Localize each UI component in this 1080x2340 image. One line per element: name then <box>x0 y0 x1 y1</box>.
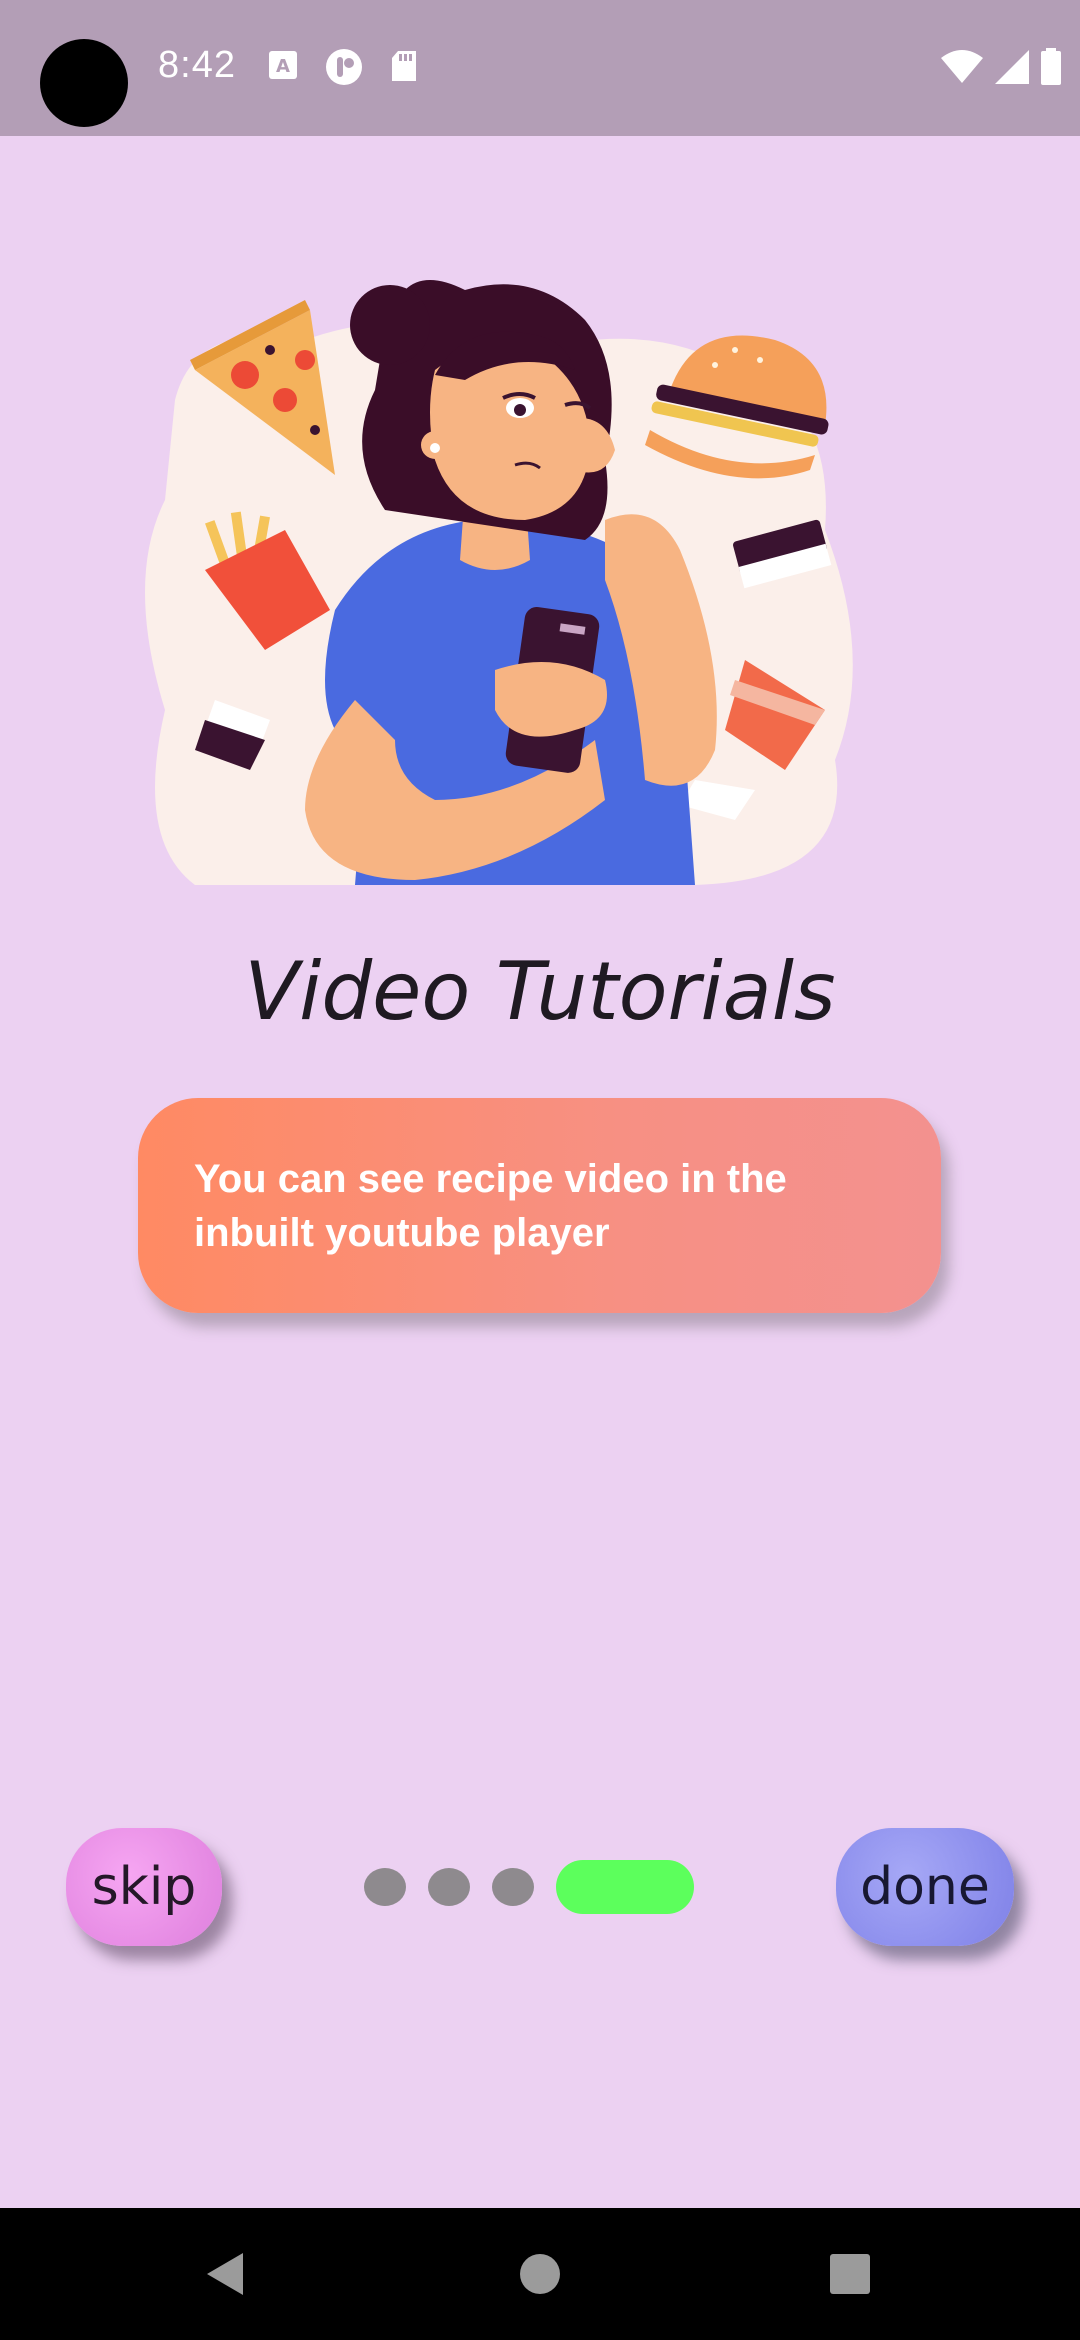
onboarding-illustration <box>135 280 905 900</box>
home-icon[interactable] <box>495 2208 585 2340</box>
navigation-bar <box>0 2208 1080 2340</box>
battery-icon <box>1040 48 1062 91</box>
page-dot[interactable] <box>364 1868 406 1906</box>
description-text: You can see recipe video in the inbuilt … <box>194 1157 787 1255</box>
back-icon[interactable] <box>180 2208 270 2340</box>
recents-icon[interactable] <box>805 2208 895 2340</box>
sd-card-icon <box>390 50 418 87</box>
a-font-icon: A <box>268 50 298 85</box>
page-dot-active[interactable] <box>556 1860 694 1914</box>
podcast-icon <box>325 48 363 91</box>
signal-icon <box>994 49 1030 90</box>
page-title: Video Tutorials <box>244 945 836 1038</box>
page-indicator <box>364 1860 694 1914</box>
page-dot[interactable] <box>492 1868 534 1906</box>
wifi-icon <box>940 49 984 90</box>
page-dot[interactable] <box>428 1868 470 1906</box>
description-card: You can see recipe video in the inbuilt … <box>138 1098 941 1313</box>
status-bar: 8:42 A <box>0 0 1080 136</box>
svg-text:A: A <box>276 56 290 77</box>
skip-button[interactable]: skip <box>66 1828 222 1946</box>
done-button[interactable]: done <box>836 1828 1014 1946</box>
status-time: 8:42 <box>158 44 236 86</box>
camera-cutout <box>40 39 128 127</box>
